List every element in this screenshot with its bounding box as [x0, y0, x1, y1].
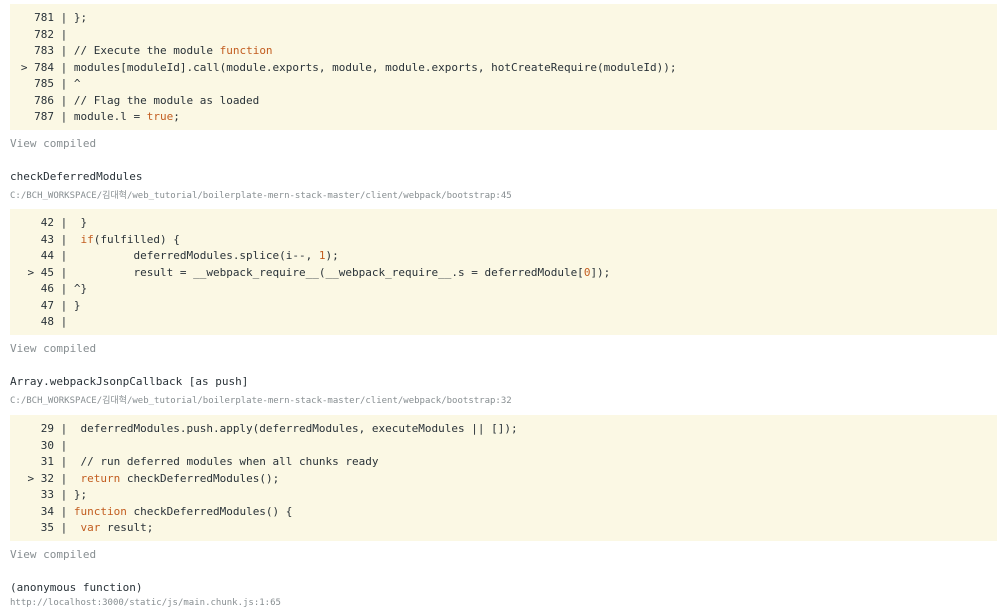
line-number: 42: [40, 216, 54, 229]
line-number: 34: [40, 504, 54, 518]
view-compiled-link[interactable]: View compiled: [10, 137, 96, 150]
line-number: 44: [40, 249, 54, 262]
line-number: > 45: [27, 265, 55, 279]
line-number: 30: [40, 438, 54, 452]
code-text: module.l = true;: [67, 110, 180, 123]
line-number: 46: [40, 282, 54, 295]
code-line: 782 |: [10, 27, 997, 44]
code-line: 29 | deferredModules.push.apply(deferred…: [10, 421, 997, 438]
code-frame-1: 781 | }; 782 | 783 | // Execute the modu…: [10, 4, 997, 130]
code-text: }: [67, 298, 81, 312]
function-name: (anonymous function): [10, 581, 143, 594]
code-text: // run deferred modules when all chunks …: [67, 455, 379, 468]
code-text: // Flag the module as loaded: [67, 93, 260, 107]
code-line: 783 | // Execute the module function: [10, 43, 997, 60]
error-marker-icon: >: [27, 471, 35, 485]
line-number: 782: [34, 27, 54, 41]
line-number: 48: [40, 315, 54, 328]
code-line: 42 | }: [10, 215, 997, 232]
code-line-highlighted: > 32 | return checkDeferredModules();: [10, 471, 997, 488]
code-line: 44 | deferredModules.splice(i--, 1);: [10, 248, 997, 265]
line-separator: |: [60, 315, 68, 328]
code-line: 48 |: [10, 314, 997, 331]
code-frame-3: 29 | deferredModules.push.apply(deferred…: [10, 415, 997, 541]
code-line: 46 | ^}: [10, 281, 997, 298]
file-path: http://localhost:3000/static/js/main.chu…: [10, 598, 281, 608]
code-line: 786 | // Flag the module as loaded: [10, 93, 997, 110]
code-frame-2: 42 | } 43 | if(fulfilled) { 44 | deferre…: [10, 209, 997, 335]
code-text: deferredModules.push.apply(deferredModul…: [67, 422, 518, 435]
function-name: Array.webpackJsonpCallback [as push]: [10, 375, 249, 388]
code-line: 43 | if(fulfilled) {: [10, 232, 997, 249]
code-text: result = __webpack_require__(__webpack_r…: [67, 265, 611, 279]
code-line: 781 | };: [10, 10, 997, 27]
line-number: 787: [34, 110, 54, 123]
line-number: 47: [40, 298, 54, 312]
code-line-highlighted: > 784 | modules[moduleId].call(module.ex…: [10, 60, 997, 77]
line-number: 35: [40, 521, 54, 534]
line-number: 33: [40, 488, 54, 501]
function-name: checkDeferredModules: [10, 170, 143, 183]
error-marker-icon: >: [20, 60, 28, 74]
line-number: 31: [40, 455, 54, 468]
code-text: // Execute the module function: [67, 44, 273, 57]
code-line: 31 | // run deferred modules when all ch…: [10, 454, 997, 471]
code-line: 787 | module.l = true;: [10, 109, 997, 126]
code-text: modules[moduleId].call(module.exports, m…: [67, 60, 677, 74]
line-number: 783: [34, 44, 54, 57]
code-line: 30 |: [10, 438, 997, 455]
code-text: deferredModules.splice(i--, 1);: [67, 249, 339, 262]
code-text: ^}: [67, 282, 88, 295]
code-text: function checkDeferredModules() {: [73, 504, 293, 518]
line-number: > 32: [27, 471, 55, 485]
file-path: C:/BCH_WORKSPACE/김대혁/web_tutorial/boiler…: [10, 191, 512, 201]
line-separator: |: [60, 27, 68, 41]
line-number: 786: [34, 93, 54, 107]
code-line: 785 | ^: [10, 76, 997, 93]
code-text: var result;: [80, 521, 154, 534]
code-text: }: [67, 216, 88, 229]
line-number: 29: [40, 422, 54, 435]
line-number: 781: [34, 11, 54, 24]
code-text: return checkDeferredModules();: [80, 471, 280, 485]
view-compiled-link[interactable]: View compiled: [10, 548, 96, 561]
line-number: 785: [34, 77, 54, 90]
code-line-highlighted: > 45 | result = __webpack_require__(__we…: [10, 265, 997, 282]
code-line: 35 | var result;: [10, 520, 997, 537]
code-line: 34 | function checkDeferredModules() {: [10, 504, 997, 521]
code-line: 33 | };: [10, 487, 997, 504]
line-separator: |: [60, 438, 68, 452]
code-text: };: [67, 11, 88, 24]
code-text: ^: [67, 77, 81, 90]
view-compiled-link[interactable]: View compiled: [10, 342, 96, 355]
line-number: > 784: [20, 60, 54, 74]
code-line: 47 | }: [10, 298, 997, 315]
line-number: 43: [40, 232, 54, 246]
code-text: if(fulfilled) {: [80, 232, 180, 246]
error-marker-icon: >: [27, 265, 35, 279]
file-path: C:/BCH_WORKSPACE/김대혁/web_tutorial/boiler…: [10, 396, 512, 406]
code-text: };: [67, 488, 88, 501]
